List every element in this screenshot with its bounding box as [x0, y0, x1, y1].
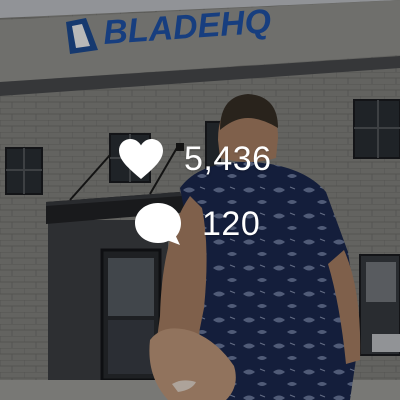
heart-icon	[119, 139, 163, 179]
comments-stat: 120	[134, 202, 260, 246]
speech-bubble-icon	[135, 203, 181, 245]
hover-overlay	[0, 0, 400, 400]
post-thumbnail-tile[interactable]: BLADEHQ 5,436 120	[0, 0, 400, 400]
likes-stat: 5,436	[118, 138, 272, 180]
comments-count: 120	[202, 205, 261, 243]
likes-count: 5,436	[184, 140, 272, 178]
